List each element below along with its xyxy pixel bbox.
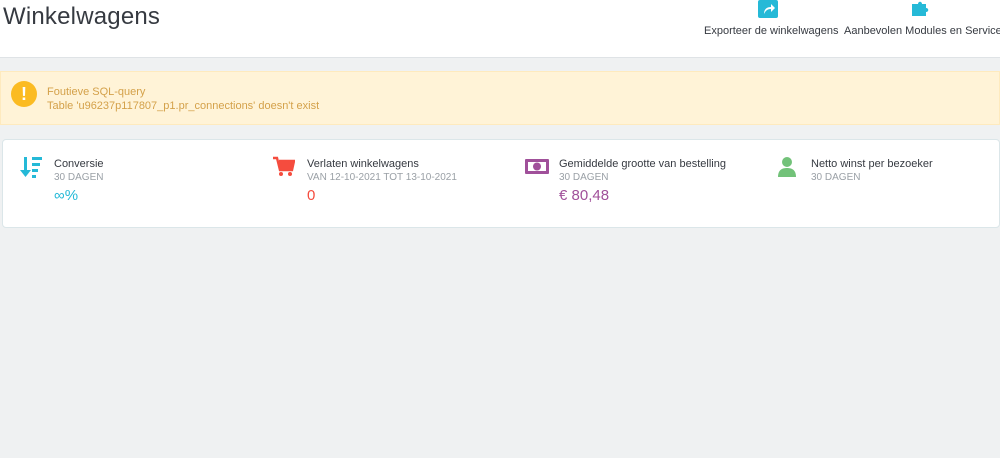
user-icon bbox=[778, 157, 796, 177]
alert-title: Foutieve SQL-query bbox=[47, 86, 146, 98]
kpi-value: ∞% bbox=[54, 187, 79, 204]
cart-icon bbox=[273, 156, 295, 176]
kpi-panel: Conversie 30 DAGEN ∞% Verlaten winkelwag… bbox=[2, 139, 1000, 228]
kpi-subtitle: VAN 12-10-2021 TOT 13-10-2021 bbox=[307, 172, 457, 183]
kpi-title: Verlaten winkelwagens bbox=[307, 158, 419, 170]
kpi-title: Conversie bbox=[54, 158, 104, 170]
sql-error-alert: ! Foutieve SQL-query Table 'u96237p11780… bbox=[0, 71, 1000, 125]
recommended-modules-button[interactable]: Aanbevolen Modules en Services bbox=[844, 0, 1000, 40]
export-carts-button[interactable]: Exporteer de winkelwagens bbox=[704, 0, 839, 40]
money-icon bbox=[525, 159, 549, 174]
warning-icon: ! bbox=[11, 81, 37, 107]
kpi-subtitle: 30 DAGEN bbox=[811, 172, 861, 183]
page-header: Winkelwagens Exporteer de winkelwagens A… bbox=[0, 0, 1000, 58]
recommended-modules-label: Aanbevolen Modules en Services bbox=[844, 25, 1000, 37]
kpi-value: 0 bbox=[307, 187, 316, 204]
kpi-value: € 80,48 bbox=[559, 187, 610, 204]
kpi-title: Gemiddelde grootte van bestelling bbox=[559, 158, 726, 170]
kpi-title: Netto winst per bezoeker bbox=[811, 158, 933, 170]
share-icon bbox=[758, 0, 778, 18]
kpi-subtitle: 30 DAGEN bbox=[54, 172, 104, 183]
export-carts-label: Exporteer de winkelwagens bbox=[704, 25, 839, 37]
alert-message: Table 'u96237p117807_p1.pr_connections' … bbox=[47, 100, 320, 112]
puzzle-icon bbox=[912, 1, 929, 16]
kpi-subtitle: 30 DAGEN bbox=[559, 172, 609, 183]
sort-amount-down-icon bbox=[20, 157, 42, 178]
page-title: Winkelwagens bbox=[3, 3, 161, 30]
